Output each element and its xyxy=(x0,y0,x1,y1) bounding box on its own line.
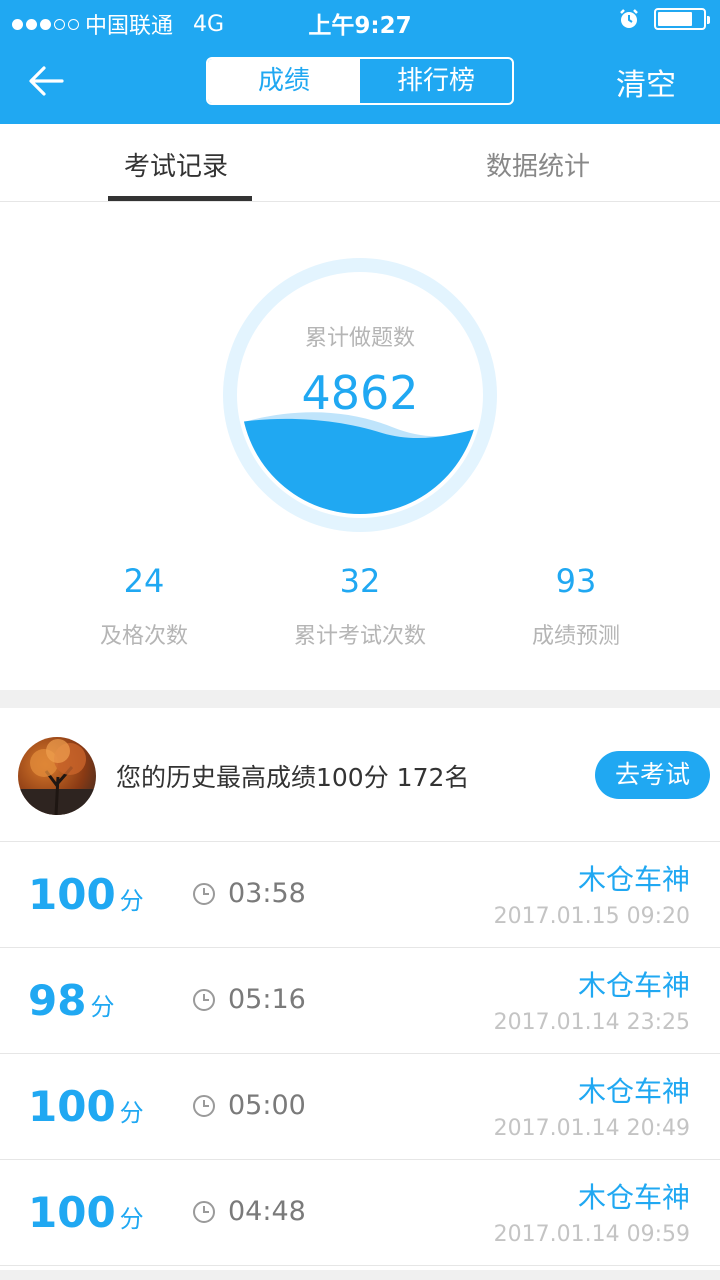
segmented-control: 成绩 排行榜 xyxy=(206,57,514,105)
best-score-text: 您的历史最高成绩100分 172名 xyxy=(116,763,470,792)
tab-data-stats[interactable]: 数据统计 xyxy=(486,146,590,183)
avatar xyxy=(18,737,96,815)
nav-bar: 成绩 排行榜 清空 xyxy=(0,40,720,124)
status-right xyxy=(618,8,710,30)
record-username: 木仓车神 xyxy=(577,969,690,1002)
record-score: 100 分 xyxy=(28,872,144,924)
gauge-label: 累计做题数 xyxy=(304,326,415,351)
alarm-icon xyxy=(620,9,638,28)
stat-value: 32 xyxy=(339,562,381,600)
score-unit: 分 xyxy=(119,887,144,915)
battery-icon xyxy=(654,8,710,30)
stat-value: 93 xyxy=(555,562,597,600)
stat-score-prediction: 93 成绩预测 xyxy=(456,562,696,650)
tab-bar: 考试记录 数据统计 xyxy=(0,124,720,202)
autumn-tree-image xyxy=(18,739,96,815)
clock-icon xyxy=(193,1095,215,1117)
record-score: 98 分 xyxy=(28,978,114,1030)
table-row[interactable]: 100 分 03:58 木仓车神 2017.01.15 09:20 xyxy=(0,842,720,948)
stat-label: 累计考试次数 xyxy=(293,624,426,649)
stat-value: 24 xyxy=(123,562,165,600)
score-unit: 分 xyxy=(119,1099,144,1127)
bottom-divider xyxy=(0,1270,720,1280)
record-duration: 05:16 xyxy=(228,984,306,1015)
stats-panel: 累计做题数 4862 24 及格次数 32 累计考试次数 93 成绩预测 xyxy=(0,202,720,690)
stat-label: 成绩预测 xyxy=(531,624,620,649)
segment-ranking[interactable]: 排行榜 xyxy=(360,59,512,103)
record-username: 木仓车神 xyxy=(577,1075,690,1108)
take-exam-button[interactable]: 去考试 xyxy=(595,751,710,799)
record-duration: 03:58 xyxy=(228,878,306,909)
score-value: 98 xyxy=(28,976,87,1025)
clock-icon xyxy=(193,883,215,905)
record-datetime: 2017.01.14 09:59 xyxy=(493,1222,690,1247)
table-row[interactable]: 100 分 04:48 木仓车神 2017.01.14 09:59 xyxy=(0,1160,720,1266)
tab-exam-records[interactable]: 考试记录 xyxy=(124,146,228,183)
record-score: 100 分 xyxy=(28,1084,144,1136)
segment-scores[interactable]: 成绩 xyxy=(208,59,360,103)
record-datetime: 2017.01.15 09:20 xyxy=(493,904,690,929)
record-duration: 05:00 xyxy=(228,1090,306,1121)
record-duration: 04:48 xyxy=(228,1196,306,1227)
status-bar: 中国联通 4G 上午9:27 xyxy=(0,0,720,40)
section-divider xyxy=(0,690,720,708)
table-row[interactable]: 100 分 05:00 木仓车神 2017.01.14 20:49 xyxy=(0,1054,720,1160)
stat-label: 及格次数 xyxy=(99,624,188,649)
status-time: 上午9:27 xyxy=(308,13,412,39)
score-value: 100 xyxy=(28,1188,116,1237)
stat-exam-count: 32 累计考试次数 xyxy=(240,562,480,650)
record-datetime: 2017.01.14 20:49 xyxy=(493,1116,690,1141)
back-arrow-icon[interactable] xyxy=(22,56,72,106)
record-username: 木仓车神 xyxy=(577,1181,690,1214)
record-username: 木仓车神 xyxy=(577,863,690,896)
gauge-value: 4862 xyxy=(301,366,419,420)
clock-icon xyxy=(193,1201,215,1223)
score-value: 100 xyxy=(28,870,116,919)
table-row[interactable]: 98 分 05:16 木仓车神 2017.01.14 23:25 xyxy=(0,948,720,1054)
score-unit: 分 xyxy=(119,1205,144,1233)
clock-icon xyxy=(193,989,215,1011)
record-datetime: 2017.01.14 23:25 xyxy=(493,1010,690,1035)
clear-button[interactable]: 清空 xyxy=(616,60,676,104)
tab-indicator xyxy=(108,196,252,201)
best-score-row: 您的历史最高成绩100分 172名 去考试 xyxy=(0,708,720,842)
record-score: 100 分 xyxy=(28,1190,144,1242)
stat-pass-count: 24 及格次数 xyxy=(24,562,264,650)
score-value: 100 xyxy=(28,1082,116,1131)
score-unit: 分 xyxy=(90,993,115,1021)
